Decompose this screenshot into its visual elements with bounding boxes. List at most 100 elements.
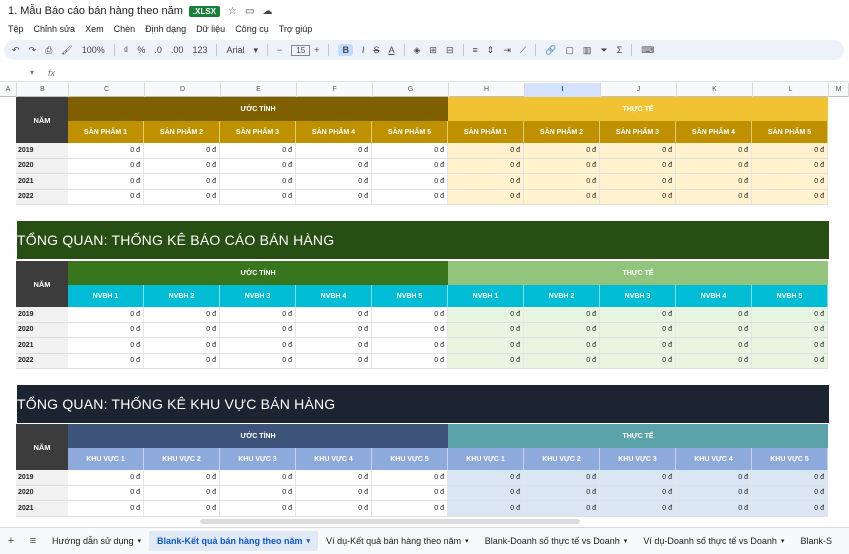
value-cell[interactable]: 0 đ	[524, 143, 600, 159]
year-cell[interactable]: 2022	[16, 353, 68, 369]
year-header[interactable]: NĂM	[16, 261, 68, 307]
value-cell[interactable]: 0 đ	[144, 470, 220, 486]
value-cell[interactable]: 0 đ	[448, 158, 524, 174]
value-cell[interactable]: 0 đ	[600, 470, 676, 486]
sub-header-0[interactable]: SẢN PHẨM 1	[68, 121, 144, 143]
chevron-down-icon[interactable]: ▾	[138, 537, 142, 545]
sheet-tab-5[interactable]: Blank-S	[792, 531, 840, 551]
value-cell[interactable]: 0 đ	[676, 307, 752, 323]
column-header-F[interactable]: F	[297, 83, 373, 97]
sheet-tab-1[interactable]: Blank-Kết quả bán hàng theo năm ▾	[149, 531, 319, 551]
sub-header-5[interactable]: SẢN PHẨM 1	[448, 121, 524, 143]
value-cell[interactable]: 0 đ	[448, 485, 524, 501]
sub-header-4[interactable]: NVBH 5	[372, 285, 448, 307]
sub-header-1[interactable]: NVBH 2	[144, 285, 220, 307]
vertical-align-icon[interactable]: ⇕	[487, 45, 495, 56]
year-cell[interactable]: 2021	[16, 338, 68, 354]
currency-format-button[interactable]: ₫	[124, 45, 129, 55]
value-cell[interactable]: 0 đ	[144, 322, 220, 338]
value-cell[interactable]: 0 đ	[220, 307, 296, 323]
value-cell[interactable]: 0 đ	[296, 338, 372, 354]
sub-header-2[interactable]: KHU VỰC 3	[220, 448, 296, 470]
sub-header-2[interactable]: SẢN PHẨM 3	[220, 121, 296, 143]
value-cell[interactable]: 0 đ	[144, 485, 220, 501]
sheet-tab-4[interactable]: Ví dụ-Doanh số thực tế vs Doanh ▾	[635, 531, 792, 551]
value-cell[interactable]: 0 đ	[524, 485, 600, 501]
value-cell[interactable]: 0 đ	[448, 307, 524, 323]
increase-font-button[interactable]: +	[314, 45, 319, 55]
sub-header-6[interactable]: SẢN PHẨM 2	[524, 121, 600, 143]
value-cell[interactable]: 0 đ	[296, 189, 372, 205]
value-cell[interactable]: 0 đ	[600, 174, 676, 190]
font-size-input[interactable]: 15	[291, 44, 311, 56]
value-cell[interactable]: 0 đ	[676, 470, 752, 486]
value-cell[interactable]: 0 đ	[372, 338, 448, 354]
fill-color-icon[interactable]: ◈	[414, 45, 421, 56]
estimate-header[interactable]: ƯỚC TÍNH	[68, 261, 448, 285]
value-cell[interactable]: 0 đ	[752, 189, 828, 205]
value-cell[interactable]: 0 đ	[68, 189, 144, 205]
menu-item-1[interactable]: Chỉnh sửa	[34, 24, 76, 34]
column-header-C[interactable]: C	[69, 83, 145, 97]
number-format-button[interactable]: 123	[192, 45, 207, 55]
year-cell[interactable]: 2020	[16, 322, 68, 338]
value-cell[interactable]: 0 đ	[68, 174, 144, 190]
value-cell[interactable]: 0 đ	[524, 322, 600, 338]
actual-header[interactable]: THỰC TẾ	[448, 97, 828, 121]
year-cell[interactable]: 2021	[16, 501, 68, 517]
decrease-font-button[interactable]: −	[277, 45, 282, 55]
value-cell[interactable]: 0 đ	[752, 307, 828, 323]
name-box[interactable]: ▾	[0, 68, 34, 77]
italic-button[interactable]: I	[362, 45, 365, 55]
value-cell[interactable]: 0 đ	[676, 485, 752, 501]
font-family-select[interactable]: Arial	[226, 45, 244, 55]
chevron-down-icon[interactable]: ▾	[307, 537, 311, 545]
sub-header-6[interactable]: NVBH 2	[524, 285, 600, 307]
sheet-grid[interactable]: NĂM ƯỚC TÍNH THỰC TẾ SẢN PHẨM 1 SẢN PHẨM 2 SẢ…	[0, 97, 849, 517]
value-cell[interactable]: 0 đ	[68, 501, 144, 517]
horizontal-align-icon[interactable]: ≡	[473, 45, 478, 55]
text-wrap-icon[interactable]: ⇥	[503, 45, 511, 56]
value-cell[interactable]: 0 đ	[600, 143, 676, 159]
value-cell[interactable]: 0 đ	[524, 307, 600, 323]
value-cell[interactable]: 0 đ	[220, 158, 296, 174]
value-cell[interactable]: 0 đ	[68, 485, 144, 501]
value-cell[interactable]: 0 đ	[448, 189, 524, 205]
year-cell[interactable]: 2019	[16, 307, 68, 323]
menu-item-5[interactable]: Dữ liệu	[196, 24, 225, 34]
chevron-down-icon[interactable]: ▾	[465, 537, 469, 545]
sub-header-3[interactable]: SẢN PHẨM 4	[296, 121, 372, 143]
value-cell[interactable]: 0 đ	[752, 470, 828, 486]
chevron-down-icon[interactable]: ▾	[253, 45, 258, 56]
value-cell[interactable]: 0 đ	[676, 174, 752, 190]
text-color-button[interactable]: A	[388, 45, 394, 55]
value-cell[interactable]: 0 đ	[600, 501, 676, 517]
sub-header-9[interactable]: SẢN PHẨM 5	[752, 121, 828, 143]
sub-header-4[interactable]: SẢN PHẨM 5	[372, 121, 448, 143]
estimate-header[interactable]: ƯỚC TÍNH	[68, 97, 448, 121]
sub-header-9[interactable]: NVBH 5	[752, 285, 828, 307]
value-cell[interactable]: 0 đ	[372, 322, 448, 338]
column-header-E[interactable]: E	[221, 83, 297, 97]
value-cell[interactable]: 0 đ	[752, 143, 828, 159]
value-cell[interactable]: 0 đ	[144, 174, 220, 190]
value-cell[interactable]: 0 đ	[676, 143, 752, 159]
value-cell[interactable]: 0 đ	[372, 189, 448, 205]
value-cell[interactable]: 0 đ	[296, 470, 372, 486]
value-cell[interactable]: 0 đ	[220, 322, 296, 338]
value-cell[interactable]: 0 đ	[296, 307, 372, 323]
value-cell[interactable]: 0 đ	[296, 158, 372, 174]
value-cell[interactable]: 0 đ	[296, 353, 372, 369]
value-cell[interactable]: 0 đ	[676, 322, 752, 338]
value-cell[interactable]: 0 đ	[448, 338, 524, 354]
value-cell[interactable]: 0 đ	[448, 322, 524, 338]
year-cell[interactable]: 2019	[16, 470, 68, 486]
value-cell[interactable]: 0 đ	[296, 485, 372, 501]
value-cell[interactable]: 0 đ	[220, 189, 296, 205]
menu-item-6[interactable]: Công cụ	[235, 24, 269, 34]
value-cell[interactable]: 0 đ	[676, 353, 752, 369]
value-cell[interactable]: 0 đ	[68, 470, 144, 486]
value-cell[interactable]: 0 đ	[372, 485, 448, 501]
sub-header-0[interactable]: NVBH 1	[68, 285, 144, 307]
link-icon[interactable]: 🔗	[545, 45, 556, 56]
